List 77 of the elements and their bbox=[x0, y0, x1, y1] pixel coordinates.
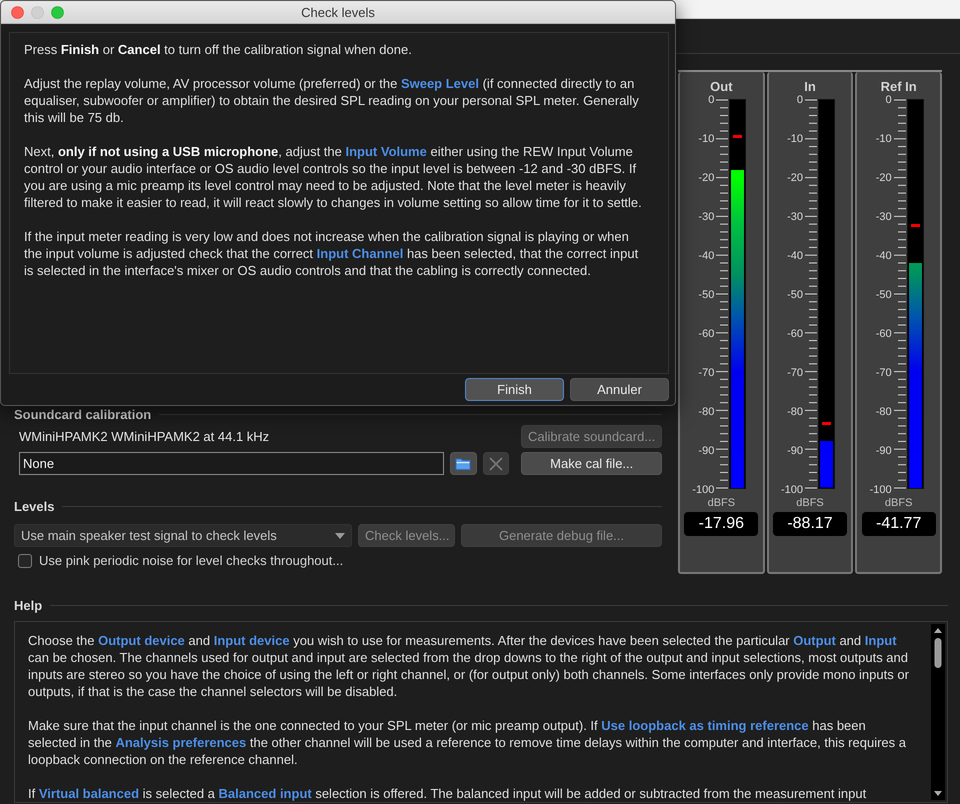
scale-label: -70 bbox=[876, 367, 892, 379]
scale-label: -20 bbox=[787, 172, 803, 184]
unit-label: dBFS bbox=[796, 497, 824, 509]
instruction-paragraph: Adjust the replay volume, AV processor volume (preferred) or the Sweep Level (if connected directly to an equaliser, subwoofer or amplifier) to obtain the desired SPL reading on your personal SPL meter. Generally this will be 75 db. bbox=[24, 75, 640, 126]
scale-label: -80 bbox=[876, 406, 892, 418]
instruction-paragraph: Press Finish or Cancel to turn off the calibration signal when done. bbox=[24, 41, 413, 58]
cal-file-field[interactable]: None bbox=[19, 452, 444, 475]
scale-label: -40 bbox=[698, 250, 714, 262]
scale-label: -50 bbox=[698, 289, 714, 301]
instruction-paragraph: If the input meter reading is very low and does not increase when the calibration signal is playing or when the input volume is adjusted check that the correct Input Channel has been selected, that the correct input is selected in the interface's mixer or OS audio controls and that the cabling is correctly connected. bbox=[24, 228, 640, 279]
scale-label: -60 bbox=[876, 328, 892, 340]
help-link[interactable]: Input Volume bbox=[345, 144, 427, 159]
device-label: WMiniHPAMK2 WMiniHPAMK2 at 44.1 kHz bbox=[19, 429, 270, 444]
help-paragraph: Choose the Output device and Input device you wish to use for measurements. After the devices have been selected the particular Output and Input can be chosen. The channels used for output and input are selected from the drop downs to the right of the output and input selections, most outputs and inputs are stereo so you have the choice of using the left or right channel, or (for output only) both channels. Some interfaces only provide mono inputs or outputs, if that is the case the channel selectors will be disabled. bbox=[28, 632, 910, 700]
scale-label: -90 bbox=[698, 445, 714, 457]
meter-label: Ref In bbox=[880, 79, 917, 95]
help-link[interactable]: Output device bbox=[98, 633, 185, 648]
unit-label: dBFS bbox=[884, 497, 912, 509]
scale-label: -80 bbox=[698, 406, 714, 418]
section-heading: Help bbox=[14, 598, 42, 613]
dialog-button[interactable]: Annuler bbox=[570, 378, 669, 401]
scale-label: 0 bbox=[708, 94, 714, 106]
scale-label: -10 bbox=[787, 133, 803, 145]
close-icon bbox=[488, 456, 504, 472]
help-link[interactable]: Virtual balanced bbox=[38, 786, 140, 801]
scale-label: -100 bbox=[780, 484, 803, 496]
scale-label: -20 bbox=[876, 172, 892, 184]
scale-label: -90 bbox=[787, 445, 803, 457]
help-link[interactable]: Input bbox=[864, 633, 897, 648]
scrollbar[interactable] bbox=[931, 624, 945, 800]
scale-label: -20 bbox=[698, 172, 714, 184]
help-link[interactable]: Analysis preferences bbox=[115, 735, 246, 750]
scale-label: -30 bbox=[876, 211, 892, 223]
caret-icon bbox=[335, 532, 345, 538]
section-heading: Soundcard calibration bbox=[14, 407, 152, 422]
instruction-paragraph: Next, only if not using a USB microphone, adjust the Input Volume either using the REW Input Volume control or your audio interface or OS audio level controls so the input level is between -12 and -30 dBFS. If you are using a mic preamp its level control may need to be adjusted. Note that the level meter is heavily filtered to make it easier to read, it will react slowly to changes in volume setting so allow time for it to settle. bbox=[24, 143, 642, 211]
scale-label: -10 bbox=[698, 133, 714, 145]
scale-label: -30 bbox=[698, 211, 714, 223]
scale-label: -40 bbox=[876, 250, 892, 262]
help-paragraph: If Virtual balanced is selected a Balanced input selection is offered. The balanced input will be added or subtracted from the measurement input bbox=[28, 785, 868, 802]
help-link[interactable]: Use loopback as timing reference bbox=[601, 718, 809, 733]
meter-reading: -17.96 bbox=[684, 512, 758, 536]
scale-label: 0 bbox=[886, 94, 892, 106]
help-link[interactable]: Sweep Level bbox=[400, 76, 479, 91]
help-link[interactable]: Output bbox=[793, 633, 836, 648]
scale-label: -10 bbox=[876, 133, 892, 145]
section-heading: Levels bbox=[14, 499, 54, 514]
scale-label: -100 bbox=[692, 484, 714, 496]
window-title: Check levels bbox=[301, 4, 375, 20]
scale-label: -40 bbox=[787, 250, 803, 262]
scale-label: -70 bbox=[698, 367, 714, 379]
scale-label: -60 bbox=[787, 328, 803, 340]
checkbox-label: Use pink periodic noise for level checks throughout... bbox=[39, 553, 344, 568]
scale-label: -30 bbox=[787, 211, 803, 223]
signal-dropdown[interactable]: Use main speaker test signal to check levels bbox=[14, 524, 352, 547]
folder-icon bbox=[455, 457, 472, 470]
meter-reading: -41.77 bbox=[862, 512, 936, 536]
help-link[interactable]: Balanced input bbox=[218, 786, 312, 801]
meter-label: Out bbox=[710, 79, 733, 95]
meter-reading: -88.17 bbox=[773, 512, 847, 536]
scale-label: -50 bbox=[876, 289, 892, 301]
help-link[interactable]: Input Channel bbox=[316, 246, 404, 261]
scale-label: -90 bbox=[876, 445, 892, 457]
scale-label: -70 bbox=[787, 367, 803, 379]
scale-label: -60 bbox=[698, 328, 714, 340]
help-paragraph: Make sure that the input channel is the one connected to your SPL meter (or mic preamp output). If Use loopback as timing reference has been selected in the Analysis preferences the other channel will be used a reference to remove time delays within the computer and interface, this requires a loopback connection on the reference channel. bbox=[28, 717, 907, 768]
folder-button[interactable] bbox=[450, 452, 477, 475]
scale-label: -100 bbox=[870, 484, 892, 496]
scale-label: -80 bbox=[787, 406, 803, 418]
scale-label: 0 bbox=[796, 94, 803, 106]
make-cal-file-button[interactable]: Make cal file... bbox=[521, 452, 662, 475]
meter-label: In bbox=[804, 79, 816, 96]
unit-label: dBFS bbox=[708, 497, 736, 509]
scale-label: -50 bbox=[787, 289, 803, 301]
checkbox[interactable] bbox=[18, 554, 32, 568]
dialog-button[interactable]: Finish bbox=[465, 378, 564, 401]
help-link[interactable]: Input device bbox=[214, 633, 290, 648]
